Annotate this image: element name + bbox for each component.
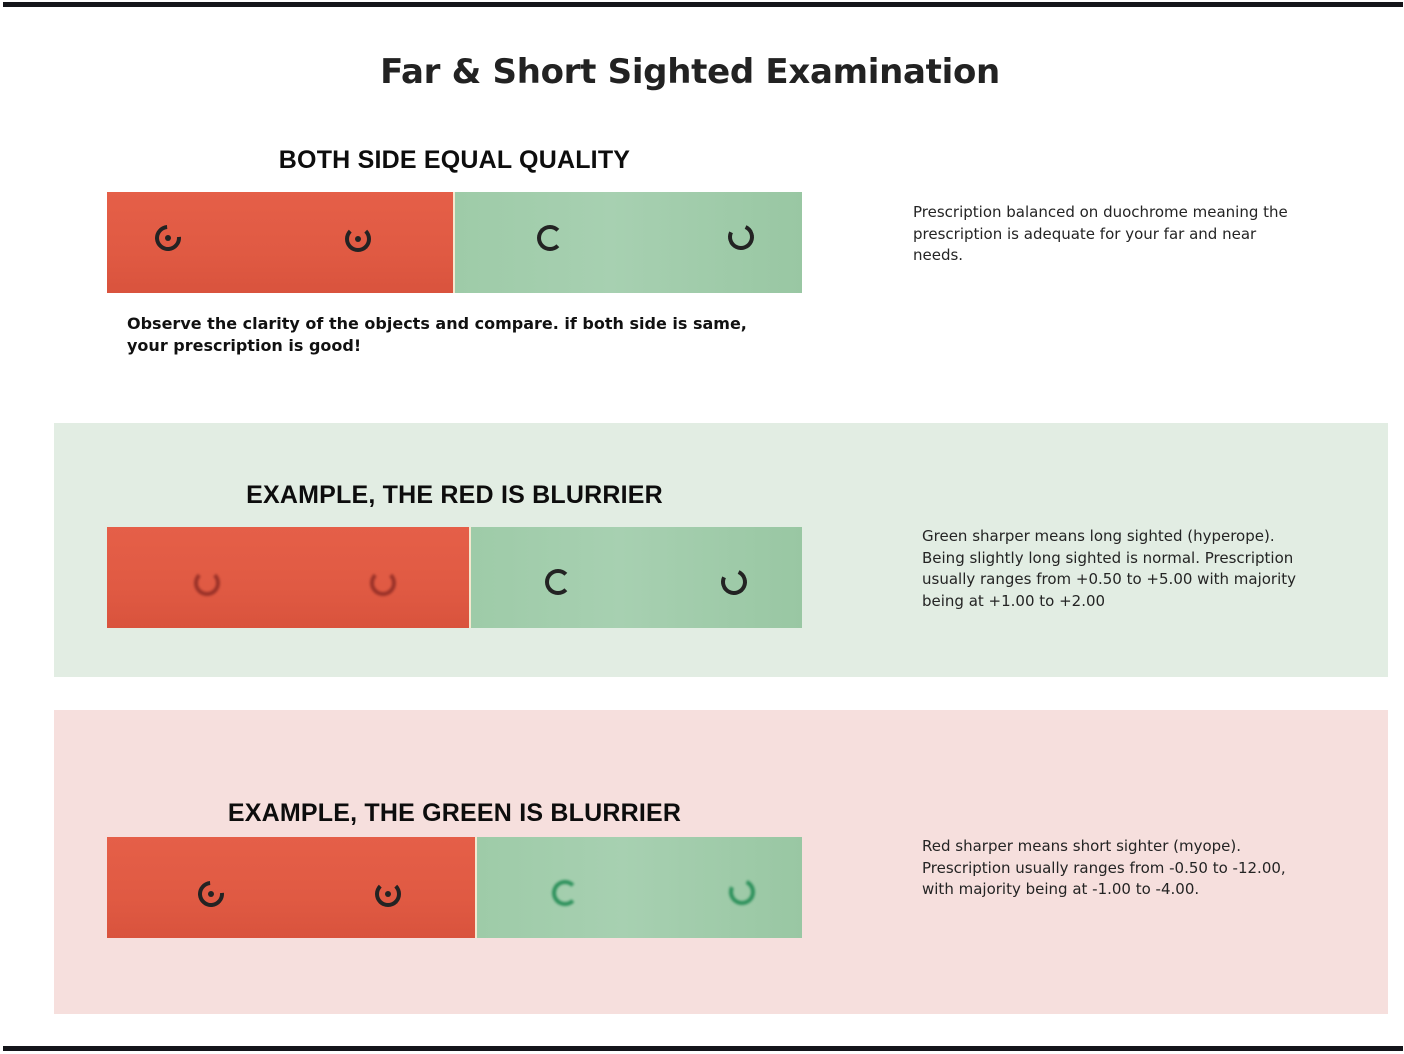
note-green-blurrier: Red sharper means short sighter (myope).… — [922, 837, 1286, 898]
duochrome-chart-red-blurrier — [107, 527, 802, 628]
red-half — [107, 837, 476, 938]
page-title: Far & Short Sighted Examination — [380, 52, 1000, 92]
note-equal: Prescription balanced on duochrome meani… — [913, 203, 1288, 264]
red-half — [107, 527, 470, 628]
note-red-blurrier: Green sharper means long sighted (hypero… — [922, 527, 1297, 610]
ring-center-icon — [385, 891, 391, 897]
ring-center-icon — [165, 235, 171, 241]
section-heading-green-blurrier: EXAMPLE, THE GREEN IS BLURRIER — [227, 799, 682, 827]
ring-center-icon — [355, 236, 361, 242]
bottom-divider — [3, 1046, 1403, 1051]
landolt-ring-icon — [370, 570, 396, 596]
instruction-text: Observe the clarity of the objects and c… — [127, 314, 747, 355]
duochrome-chart-equal — [107, 192, 802, 293]
section-heading-equal: BOTH SIDE EQUAL QUALITY — [278, 146, 631, 174]
top-divider — [3, 2, 1403, 7]
landolt-ring-icon — [552, 880, 578, 906]
ring-center-icon — [208, 891, 214, 897]
green-half — [471, 527, 802, 628]
section-heading-red-blurrier: EXAMPLE, THE RED IS BLURRIER — [246, 481, 663, 509]
landolt-ring-icon — [194, 570, 220, 596]
duochrome-chart-green-blurrier — [107, 837, 802, 938]
landolt-ring-icon — [545, 569, 571, 595]
landolt-ring-icon — [537, 225, 563, 251]
